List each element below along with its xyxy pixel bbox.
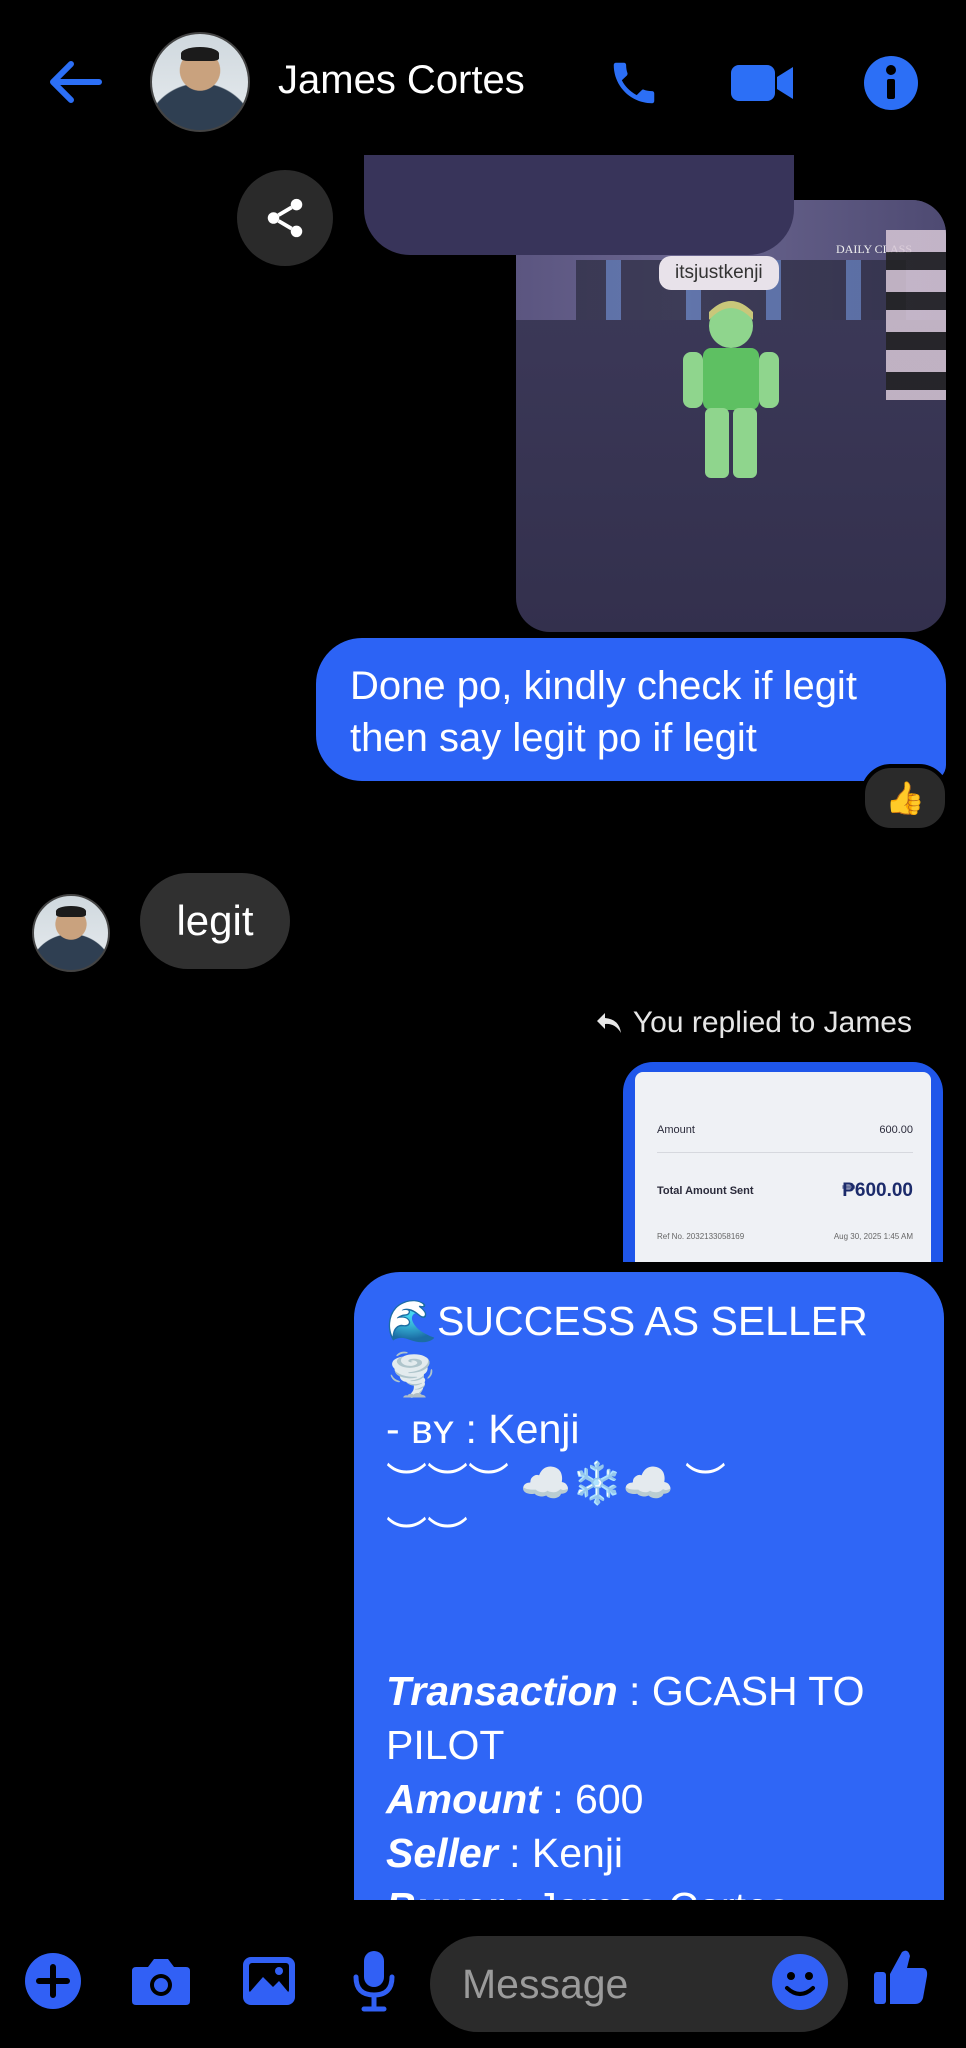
receipt-paper: Amount 600.00 Total Amount Sent ₱600.00 … — [635, 1072, 931, 1262]
plus-icon[interactable] — [22, 1950, 84, 2012]
success-message-bubble[interactable]: 🌊SUCCESS AS SELLER🌪️ - ʙʏ : Kenji ︶︶︶ ☁️… — [354, 1272, 944, 1930]
share-button[interactable] — [237, 170, 333, 266]
incoming-message[interactable]: legit — [140, 873, 290, 969]
roblox-avatar — [683, 301, 779, 478]
gallery-icon[interactable] — [238, 1950, 300, 2012]
phone-call-icon[interactable] — [604, 56, 664, 110]
share-icon — [267, 198, 303, 238]
success-decoration-2: ︶︶ — [386, 1514, 468, 1560]
success-title: 🌊SUCCESS AS SELLER🌪️ — [386, 1298, 868, 1398]
seller-line: Seller : Kenji — [386, 1826, 912, 1880]
receipt-ref: Ref No. 2032133058169 — [657, 1232, 745, 1241]
success-decoration-1: ︶︶︶ ☁️❄️☁️ ︶ — [386, 1460, 726, 1506]
emoji-icon[interactable] — [770, 1952, 830, 2012]
back-arrow-icon[interactable] — [44, 56, 106, 108]
contact-name[interactable]: James Cortes — [278, 58, 525, 103]
message-input-placeholder: Message — [462, 1960, 629, 2007]
microphone-icon[interactable] — [346, 1946, 402, 2016]
reply-notice-text: You replied to James — [632, 1006, 912, 1039]
receipt-total-label: Total Amount Sent — [657, 1185, 754, 1197]
outgoing-message[interactable]: Done po, kindly check if legit then say … — [316, 638, 946, 781]
image-attachment[interactable]: DAILY CLASS itsjustkenji — [516, 200, 946, 632]
seller-label: Seller — [386, 1830, 498, 1876]
receipt-amount-value: 600.00 — [879, 1124, 913, 1136]
reply-icon — [596, 1013, 621, 1033]
amount-value: : 600 — [540, 1776, 644, 1822]
reaction-badge[interactable]: 👍 — [861, 764, 949, 832]
game-characters — [886, 230, 946, 400]
amount-label: Amount — [386, 1776, 541, 1822]
amount-line: Amount : 600 — [386, 1772, 912, 1826]
receipt-amount-label: Amount — [657, 1124, 695, 1136]
sender-avatar[interactable] — [32, 894, 110, 972]
info-icon[interactable] — [862, 54, 920, 112]
receipt-total-value: ₱600.00 — [842, 1180, 913, 1201]
previous-image-card[interactable] — [364, 155, 794, 255]
receipt-date: Aug 30, 2025 1:45 AM — [833, 1232, 913, 1241]
camera-icon[interactable] — [128, 1950, 194, 2012]
like-thumbs-up-icon[interactable] — [870, 1944, 932, 2010]
transaction-line: Transaction : GCASH TO PILOT — [386, 1664, 912, 1772]
transaction-label: Transaction — [386, 1668, 618, 1714]
player-name-tag: itsjustkenji — [659, 256, 779, 290]
message-input[interactable]: Message — [430, 1936, 848, 2032]
replied-receipt-preview[interactable]: Amount 600.00 Total Amount Sent ₱600.00 … — [623, 1062, 943, 1262]
contact-avatar[interactable] — [150, 32, 250, 132]
seller-value: : Kenji — [497, 1830, 624, 1876]
reply-notice: You replied to James — [595, 1006, 912, 1040]
success-by: - ʙʏ : Kenji — [386, 1406, 580, 1452]
video-call-icon[interactable] — [728, 58, 796, 108]
